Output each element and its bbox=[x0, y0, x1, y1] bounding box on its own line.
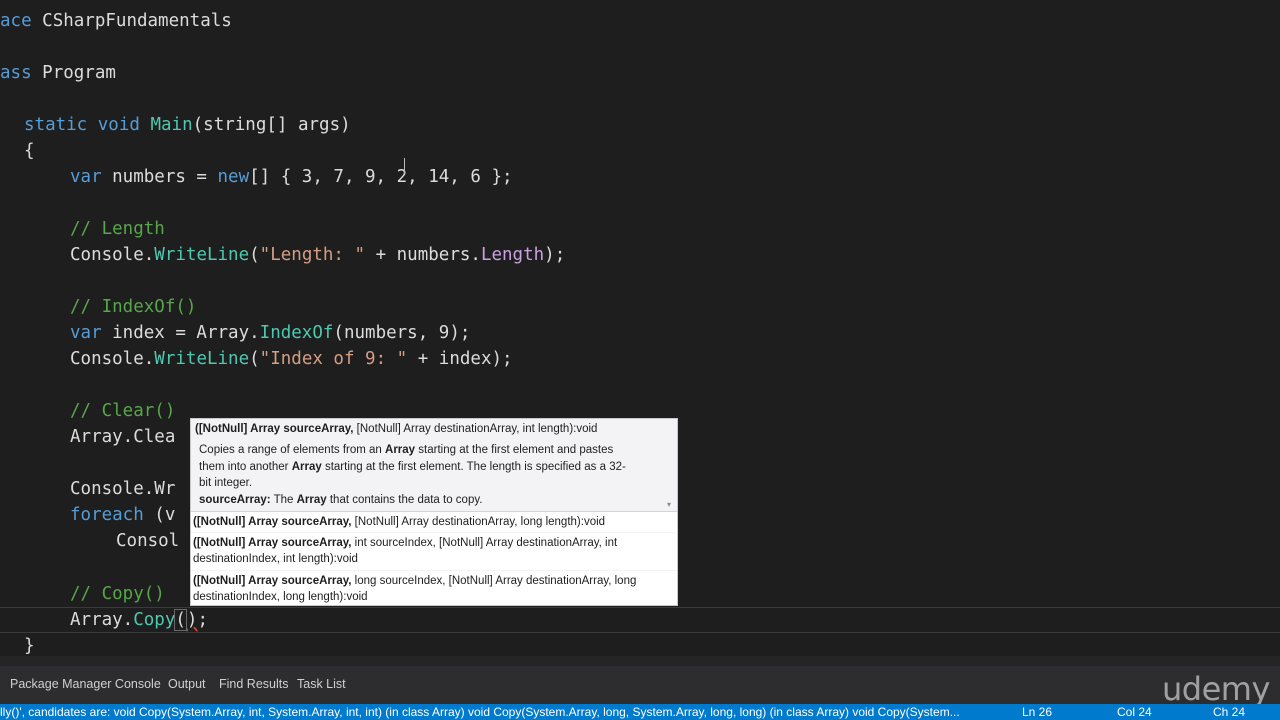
mouse-ibeam-cursor bbox=[404, 158, 405, 174]
code-line-console-write[interactable]: Console.Wr bbox=[70, 476, 175, 502]
tooltip-overload-item[interactable]: ([NotNull] Array sourceArray, int source… bbox=[191, 533, 677, 570]
code-line-console-inner[interactable]: Consol bbox=[116, 528, 179, 554]
tooltip-signature: ([NotNull] Array sourceArray, [NotNull] … bbox=[195, 423, 598, 435]
code-line-array-copy[interactable]: Array.Copy(); bbox=[70, 607, 208, 633]
bottom-tool-tabs: Package Manager Console Output Find Resu… bbox=[0, 666, 1280, 704]
tooltip-description: Copies a range of elements from an Array… bbox=[199, 442, 665, 508]
code-line-writeline-index[interactable]: Console.WriteLine("Index of 9: " + index… bbox=[70, 346, 513, 372]
status-message: lly()', candidates are: void Copy(System… bbox=[0, 705, 960, 719]
code-line-array-clear[interactable]: Array.Clea bbox=[70, 424, 175, 450]
tooltip-selected-overload: ([NotNull] Array sourceArray, [NotNull] … bbox=[191, 419, 677, 511]
status-char: Ch 24 bbox=[1213, 704, 1280, 720]
panel-divider bbox=[0, 656, 1280, 666]
code-line-open-brace[interactable]: { bbox=[24, 138, 35, 164]
code-line-comment-length[interactable]: // Length bbox=[70, 216, 165, 242]
code-line-writeline-length[interactable]: Console.WriteLine("Length: " + numbers.L… bbox=[70, 242, 565, 268]
tab-find-results[interactable]: Find Results bbox=[219, 677, 288, 691]
code-line-class[interactable]: ass Program bbox=[0, 60, 116, 86]
code-line-close-brace[interactable]: } bbox=[24, 633, 35, 656]
code-line-comment-copy[interactable]: // Copy() bbox=[70, 581, 165, 607]
status-bar: lly()', candidates are: void Copy(System… bbox=[0, 704, 1280, 720]
status-column: Col 24 bbox=[1117, 704, 1192, 720]
code-line-main-signature[interactable]: static void Main(string[] args) bbox=[24, 112, 351, 138]
code-line-numbers-declaration[interactable]: var numbers = new[] { 3, 7, 9, 2, 14, 6 … bbox=[70, 164, 513, 190]
tab-task-list[interactable]: Task List bbox=[297, 677, 346, 691]
code-line-indexof[interactable]: var index = Array.IndexOf(numbers, 9); bbox=[70, 320, 470, 346]
tooltip-overload-item[interactable]: ([NotNull] Array sourceArray, long sourc… bbox=[191, 571, 677, 605]
expand-icon[interactable]: ▾ bbox=[667, 501, 674, 509]
tooltip-overload-item[interactable]: ([NotNull] Array sourceArray, [NotNull] … bbox=[191, 512, 677, 532]
tab-output[interactable]: Output bbox=[168, 677, 206, 691]
tooltip-param-doc: sourceArray: The Array that contains the… bbox=[199, 493, 483, 506]
code-line-comment-clear[interactable]: // Clear() bbox=[70, 398, 175, 424]
status-line: Ln 26 bbox=[1022, 704, 1093, 720]
code-line-comment-indexof[interactable]: // IndexOf() bbox=[70, 294, 196, 320]
code-line-namespace[interactable]: ace CSharpFundamentals bbox=[0, 8, 232, 34]
code-line-foreach[interactable]: foreach (v bbox=[70, 502, 175, 528]
udemy-watermark: udemy bbox=[1162, 670, 1270, 708]
tab-package-manager-console[interactable]: Package Manager Console bbox=[10, 677, 161, 691]
parameter-info-tooltip[interactable]: ([NotNull] Array sourceArray, [NotNull] … bbox=[190, 418, 678, 606]
